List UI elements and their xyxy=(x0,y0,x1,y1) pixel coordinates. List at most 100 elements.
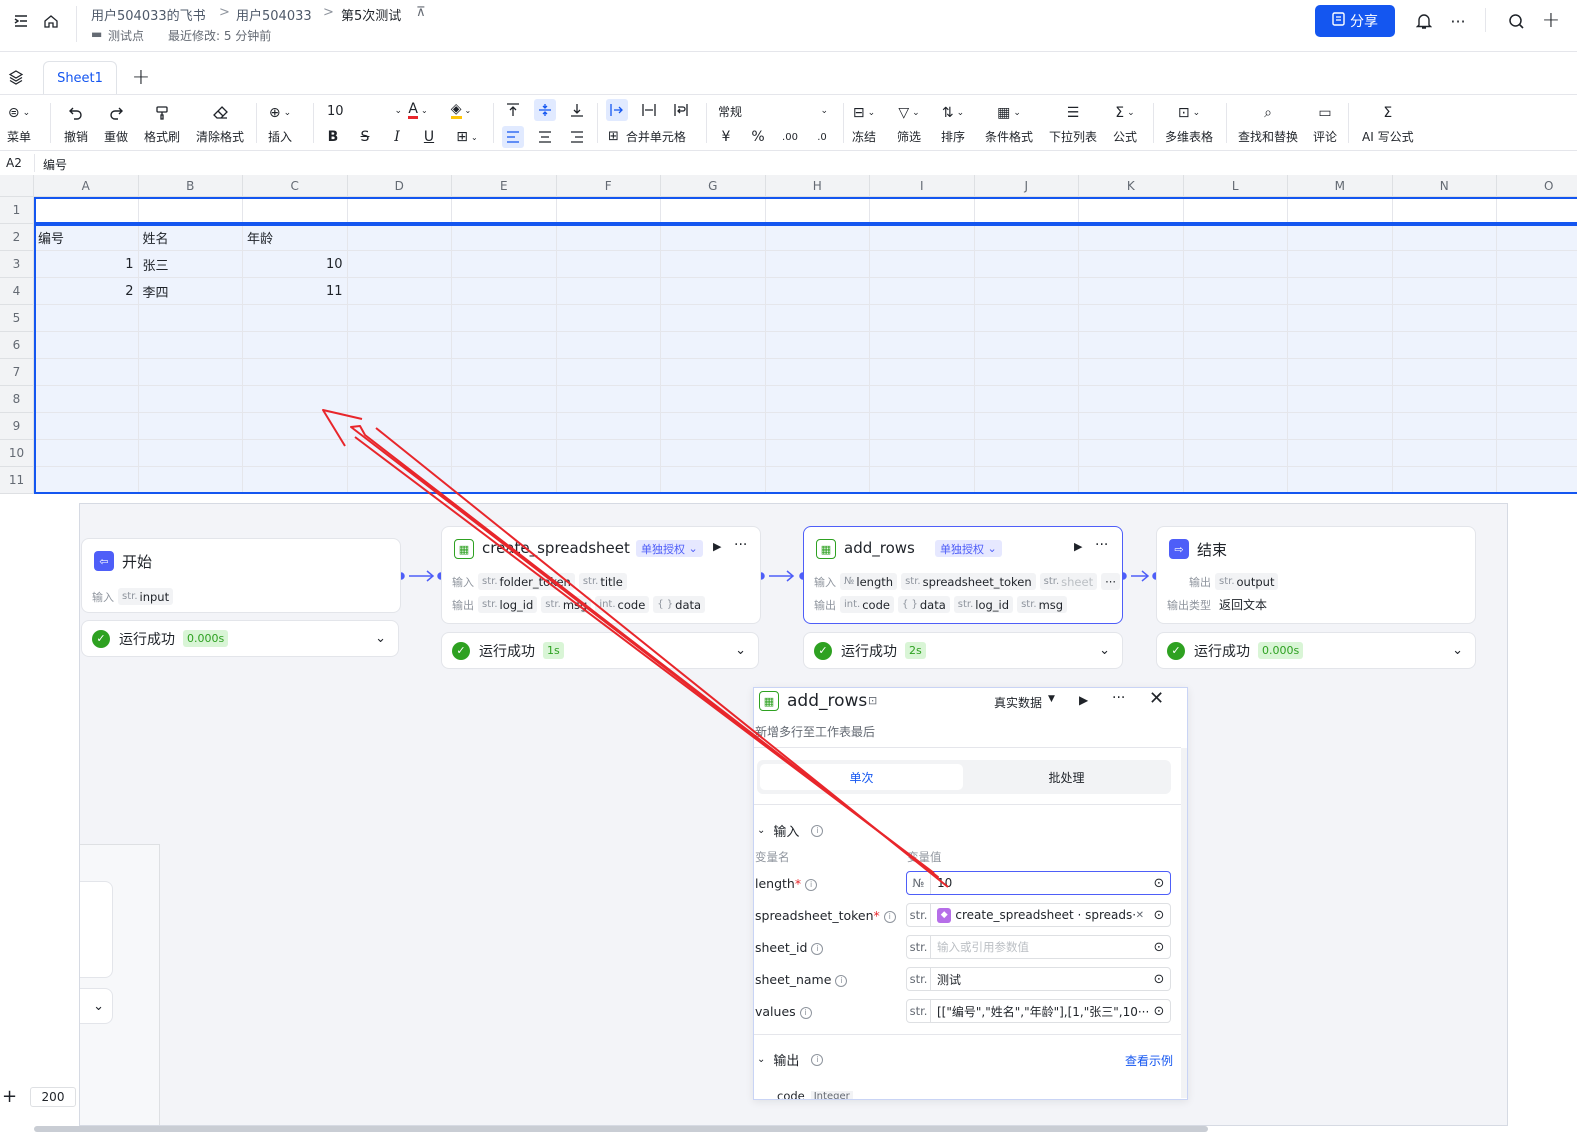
cell[interactable] xyxy=(1079,467,1184,494)
cell[interactable] xyxy=(1183,224,1288,251)
cell[interactable] xyxy=(661,278,766,305)
cell[interactable] xyxy=(1497,359,1577,386)
increase-decimal-icon[interactable]: .0 xyxy=(811,126,833,148)
horizontal-scrollbar[interactable] xyxy=(34,1126,1208,1132)
row-header[interactable]: 1 xyxy=(0,197,34,224)
node-start[interactable]: ⇦ 开始 输入 str. input xyxy=(81,538,401,613)
cell[interactable] xyxy=(452,467,557,494)
cell[interactable] xyxy=(765,440,870,467)
cell[interactable] xyxy=(1497,305,1577,332)
cell[interactable] xyxy=(34,413,139,440)
cell[interactable] xyxy=(556,467,661,494)
cell[interactable] xyxy=(870,413,975,440)
decrease-decimal-icon[interactable]: .00 xyxy=(779,126,801,148)
text-overflow-icon[interactable] xyxy=(606,99,628,121)
tab-batch[interactable]: 批处理 xyxy=(965,764,1168,790)
cell[interactable] xyxy=(138,467,243,494)
cell[interactable] xyxy=(765,359,870,386)
cell[interactable] xyxy=(1288,278,1393,305)
row-header[interactable]: 9 xyxy=(0,413,34,440)
add-row-icon[interactable]: + xyxy=(2,1086,17,1107)
cell[interactable] xyxy=(556,305,661,332)
sheet-id-input[interactable]: str. 输入或引用参数值 ⊙ xyxy=(906,935,1171,959)
cell[interactable] xyxy=(243,413,348,440)
cell[interactable] xyxy=(974,386,1079,413)
cell[interactable] xyxy=(661,440,766,467)
cell-reference[interactable]: A2 xyxy=(6,156,22,170)
column-header[interactable]: E xyxy=(452,175,557,197)
underline-icon[interactable]: U xyxy=(418,126,440,148)
length-input[interactable]: № 10 ⊙ xyxy=(906,871,1171,895)
cell[interactable] xyxy=(138,359,243,386)
more-icon[interactable]: ··· xyxy=(1112,690,1125,706)
cell[interactable]: 10 xyxy=(243,251,348,278)
column-header[interactable]: I xyxy=(870,175,975,197)
cell[interactable] xyxy=(1497,413,1577,440)
column-header[interactable]: H xyxy=(765,175,870,197)
cell[interactable] xyxy=(661,332,766,359)
align-bottom-icon[interactable] xyxy=(566,99,588,121)
cell[interactable] xyxy=(347,440,452,467)
cell[interactable] xyxy=(1079,386,1184,413)
close-icon[interactable]: ✕ xyxy=(1149,688,1164,709)
cell[interactable] xyxy=(1183,305,1288,332)
cell[interactable] xyxy=(661,251,766,278)
cell[interactable] xyxy=(1079,197,1184,224)
cell[interactable] xyxy=(1392,197,1497,224)
undo-button[interactable]: 撤销 xyxy=(64,103,88,145)
more-icon[interactable]: ··· xyxy=(1447,10,1469,32)
cell[interactable] xyxy=(556,440,661,467)
cell[interactable] xyxy=(556,251,661,278)
cell[interactable] xyxy=(347,332,452,359)
column-header[interactable]: N xyxy=(1392,175,1497,197)
cell[interactable] xyxy=(34,440,139,467)
breadcrumb-workspace[interactable]: 用户504033的飞书 xyxy=(91,5,206,24)
auth-badge[interactable]: 单独授权 ⌄ xyxy=(935,540,1002,557)
strikethrough-icon[interactable]: S xyxy=(354,126,376,148)
cell[interactable] xyxy=(661,467,766,494)
cell[interactable] xyxy=(347,413,452,440)
cell[interactable] xyxy=(1288,386,1393,413)
cell[interactable] xyxy=(347,386,452,413)
cell[interactable] xyxy=(1079,278,1184,305)
add-sheet-icon[interactable]: + xyxy=(130,65,152,90)
cell[interactable] xyxy=(870,386,975,413)
row-header[interactable]: 5 xyxy=(0,305,34,332)
cell[interactable] xyxy=(452,332,557,359)
auth-badge[interactable]: 单独授权 ⌄ xyxy=(636,540,703,557)
cell[interactable] xyxy=(870,305,975,332)
formula-input[interactable]: 编号 xyxy=(43,156,67,173)
cell[interactable] xyxy=(974,251,1079,278)
bold-icon[interactable]: B xyxy=(322,126,344,148)
cell[interactable] xyxy=(243,386,348,413)
clear-format-button[interactable]: 清除格式 xyxy=(196,103,244,145)
cell[interactable] xyxy=(1392,332,1497,359)
cell[interactable] xyxy=(661,386,766,413)
cell[interactable]: 1 xyxy=(34,251,139,278)
percent-icon[interactable]: % xyxy=(747,126,769,148)
italic-icon[interactable]: I xyxy=(386,126,408,148)
cell[interactable] xyxy=(452,224,557,251)
cell[interactable] xyxy=(974,197,1079,224)
run-status-start[interactable]: ✓ 运行成功 0.000s ⌄ xyxy=(81,620,399,657)
tab-sheet1[interactable]: Sheet1 xyxy=(43,61,117,95)
row-header[interactable]: 7 xyxy=(0,359,34,386)
cell[interactable] xyxy=(1183,440,1288,467)
cell[interactable] xyxy=(1288,467,1393,494)
cell[interactable] xyxy=(1392,413,1497,440)
row-header[interactable]: 6 xyxy=(0,332,34,359)
cell[interactable] xyxy=(765,386,870,413)
cell[interactable] xyxy=(1288,305,1393,332)
cell[interactable] xyxy=(765,332,870,359)
column-header[interactable]: L xyxy=(1183,175,1288,197)
cell[interactable] xyxy=(34,359,139,386)
cell[interactable] xyxy=(1183,278,1288,305)
fill-color-icon[interactable]: ◈ ⌄ xyxy=(450,99,472,121)
cell[interactable] xyxy=(452,359,557,386)
cell[interactable] xyxy=(243,305,348,332)
cell[interactable] xyxy=(1497,332,1577,359)
node-create-spreadsheet[interactable]: ▦ create_spreadsheet 单独授权 ⌄ ▶ ··· 输入 str… xyxy=(441,526,761,624)
cell[interactable]: 张三 xyxy=(138,251,243,278)
cell[interactable] xyxy=(870,197,975,224)
cell[interactable] xyxy=(1183,467,1288,494)
